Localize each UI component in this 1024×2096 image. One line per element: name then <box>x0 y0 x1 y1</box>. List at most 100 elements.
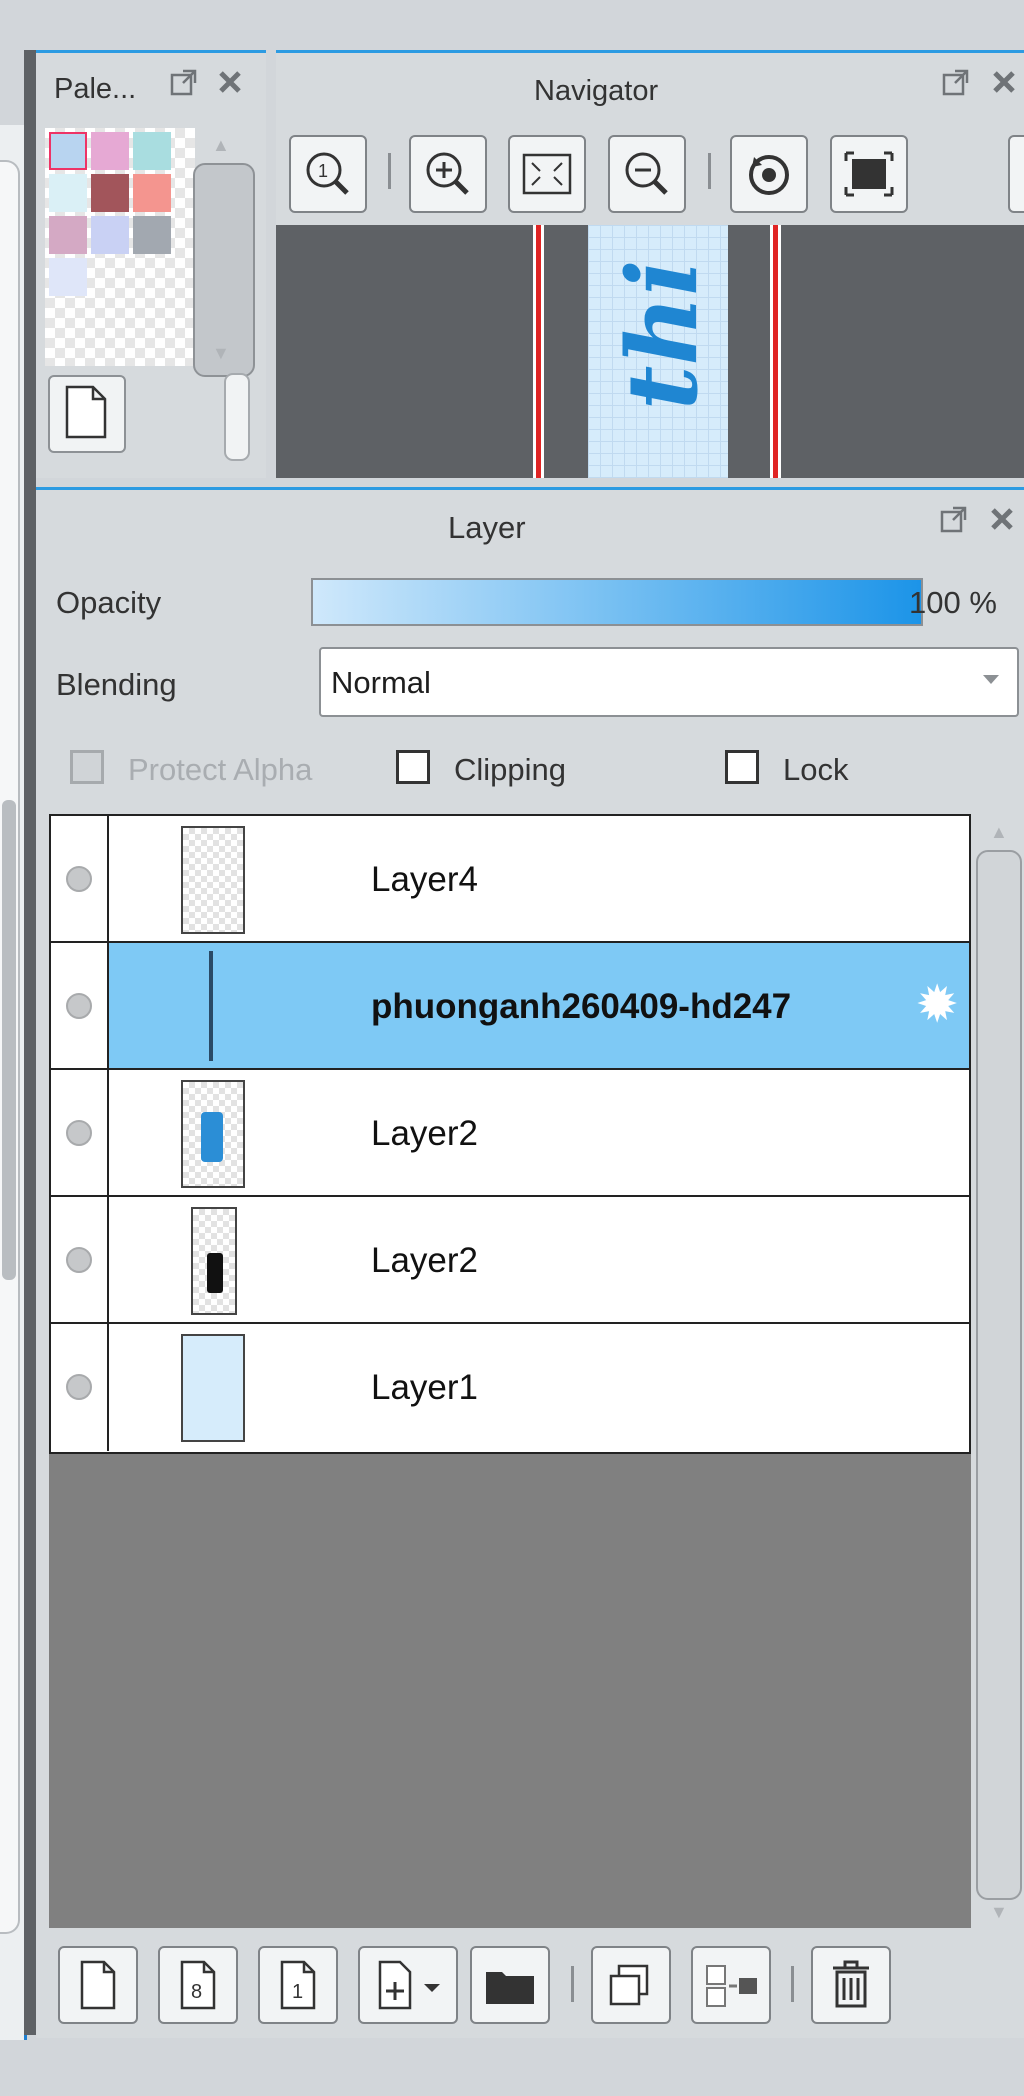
close-icon[interactable] <box>984 504 1020 540</box>
new-swatch-button[interactable] <box>48 375 126 453</box>
layer-row[interactable]: Layer4 <box>51 816 969 943</box>
merge-icon <box>706 1965 757 2007</box>
palette-panel: Pale... ▲ ▼ <box>36 50 266 478</box>
navigator-view[interactable]: thi <box>276 225 1024 478</box>
layer-name: Layer2 <box>371 1114 479 1153</box>
zoom-in-icon <box>426 152 469 195</box>
new-page-icon <box>80 1960 116 2010</box>
panel-divider[interactable] <box>24 50 36 2035</box>
thumbnail-text: thi <box>606 259 719 410</box>
more-tools-button[interactable] <box>1008 135 1024 213</box>
undock-icon[interactable] <box>936 504 972 540</box>
swatch-grid <box>45 128 195 366</box>
layer-row[interactable]: Layer2 <box>51 1197 969 1324</box>
clipping-label: Clipping <box>454 752 567 787</box>
navigator-title: Navigator <box>534 75 659 107</box>
8bit-layer-icon: 8 <box>180 1960 216 2010</box>
swatch[interactable] <box>133 132 171 170</box>
layer-thumbnail <box>191 1207 237 1315</box>
layer-row[interactable]: Layer2 <box>51 1070 969 1197</box>
palette-option-handle[interactable] <box>224 373 250 461</box>
layer-row-selected[interactable]: phuonganh260409-hd247 ✹ <box>51 943 969 1070</box>
flip-button[interactable] <box>830 135 908 213</box>
blending-label: Blending <box>56 667 177 702</box>
swatch[interactable] <box>91 174 129 212</box>
view-frame-left <box>536 225 541 478</box>
add-layer-dropdown-button[interactable] <box>358 1946 458 2024</box>
visibility-toggle[interactable] <box>51 1197 109 1322</box>
clipping-checkbox[interactable] <box>396 750 430 784</box>
close-icon[interactable] <box>212 67 248 103</box>
chevron-down-icon <box>983 675 999 684</box>
view-frame-right <box>773 225 778 478</box>
layer-name: Layer2 <box>371 1241 479 1280</box>
navigator-panel: Navigator 1 thi <box>276 50 1024 478</box>
undock-icon[interactable] <box>938 67 974 103</box>
left-panel-scrollbar[interactable] <box>2 800 16 1280</box>
undock-icon[interactable] <box>166 67 202 103</box>
swatch[interactable] <box>133 216 171 254</box>
layer-name: phuonganh260409-hd247 <box>371 987 792 1026</box>
visibility-icon <box>66 993 92 1019</box>
layer-list-scrollbar[interactable] <box>976 850 1022 1900</box>
add-layer-icon <box>378 1960 440 2010</box>
layer-list-empty-area <box>49 1454 971 1928</box>
opacity-slider[interactable] <box>311 578 923 626</box>
visibility-toggle[interactable] <box>51 816 109 941</box>
trash-icon <box>833 1960 869 2008</box>
opacity-label: Opacity <box>56 585 162 620</box>
close-icon[interactable] <box>986 67 1022 103</box>
new-folder-button[interactable] <box>470 1946 550 2024</box>
svg-text:8: 8 <box>191 1981 202 2003</box>
blending-select[interactable]: Normal <box>319 647 1019 717</box>
swatch[interactable] <box>49 174 87 212</box>
layer-thumbnail <box>209 951 213 1061</box>
zoom-out-button[interactable] <box>608 135 686 213</box>
delete-layer-button[interactable] <box>811 1946 891 2024</box>
layer-toolbar: 8 1 <box>36 1928 1024 2034</box>
swatch[interactable] <box>49 216 87 254</box>
swatch[interactable] <box>49 258 87 296</box>
canvas-thumbnail: thi <box>588 225 728 478</box>
zoom-in-button[interactable] <box>409 135 487 213</box>
gear-icon[interactable]: ✹ <box>915 979 959 1031</box>
fit-screen-button[interactable] <box>508 135 586 213</box>
visibility-toggle[interactable] <box>51 1070 109 1195</box>
folder-icon <box>486 1972 534 2004</box>
scroll-up-icon[interactable]: ▲ <box>212 135 230 156</box>
fit-screen-icon <box>522 153 572 195</box>
palette-title: Pale... <box>54 73 137 105</box>
layer-name: Layer1 <box>371 1368 479 1407</box>
new-1bit-layer-button[interactable]: 1 <box>258 1946 338 2024</box>
visibility-icon <box>66 1374 92 1400</box>
visibility-toggle[interactable] <box>51 943 109 1068</box>
rotate-button[interactable] <box>730 135 808 213</box>
visibility-icon <box>66 1120 92 1146</box>
duplicate-layer-button[interactable] <box>591 1946 671 2024</box>
swatch[interactable] <box>133 174 171 212</box>
scroll-down-icon[interactable]: ▼ <box>212 343 230 364</box>
layer-row[interactable]: Layer1 <box>51 1324 969 1451</box>
zoom-actual-button[interactable]: 1 <box>289 135 367 213</box>
svg-text:1: 1 <box>318 161 328 181</box>
swatch[interactable] <box>49 132 87 170</box>
duplicate-icon <box>609 1964 649 2006</box>
layer-panel: Layer Opacity 100 % Blending Normal Prot… <box>36 487 1024 2038</box>
new-8bit-layer-button[interactable]: 8 <box>158 1946 238 2024</box>
svg-text:1: 1 <box>292 1981 303 2003</box>
lock-checkbox[interactable] <box>725 750 759 784</box>
visibility-icon <box>66 866 92 892</box>
swatch[interactable] <box>91 216 129 254</box>
visibility-toggle[interactable] <box>51 1324 109 1451</box>
blending-value: Normal <box>331 665 431 700</box>
opacity-value: 100 % <box>909 585 997 620</box>
layer-thumbnail <box>181 1334 245 1442</box>
swatch[interactable] <box>91 132 129 170</box>
visibility-icon <box>66 1247 92 1273</box>
new-layer-button[interactable] <box>58 1946 138 2024</box>
protect-alpha-checkbox[interactable] <box>70 750 104 784</box>
scroll-down-icon[interactable]: ▼ <box>990 1902 1008 1923</box>
layer-thumbnail <box>181 1080 245 1188</box>
merge-layer-button[interactable] <box>691 1946 771 2024</box>
scroll-up-icon[interactable]: ▲ <box>990 822 1008 843</box>
